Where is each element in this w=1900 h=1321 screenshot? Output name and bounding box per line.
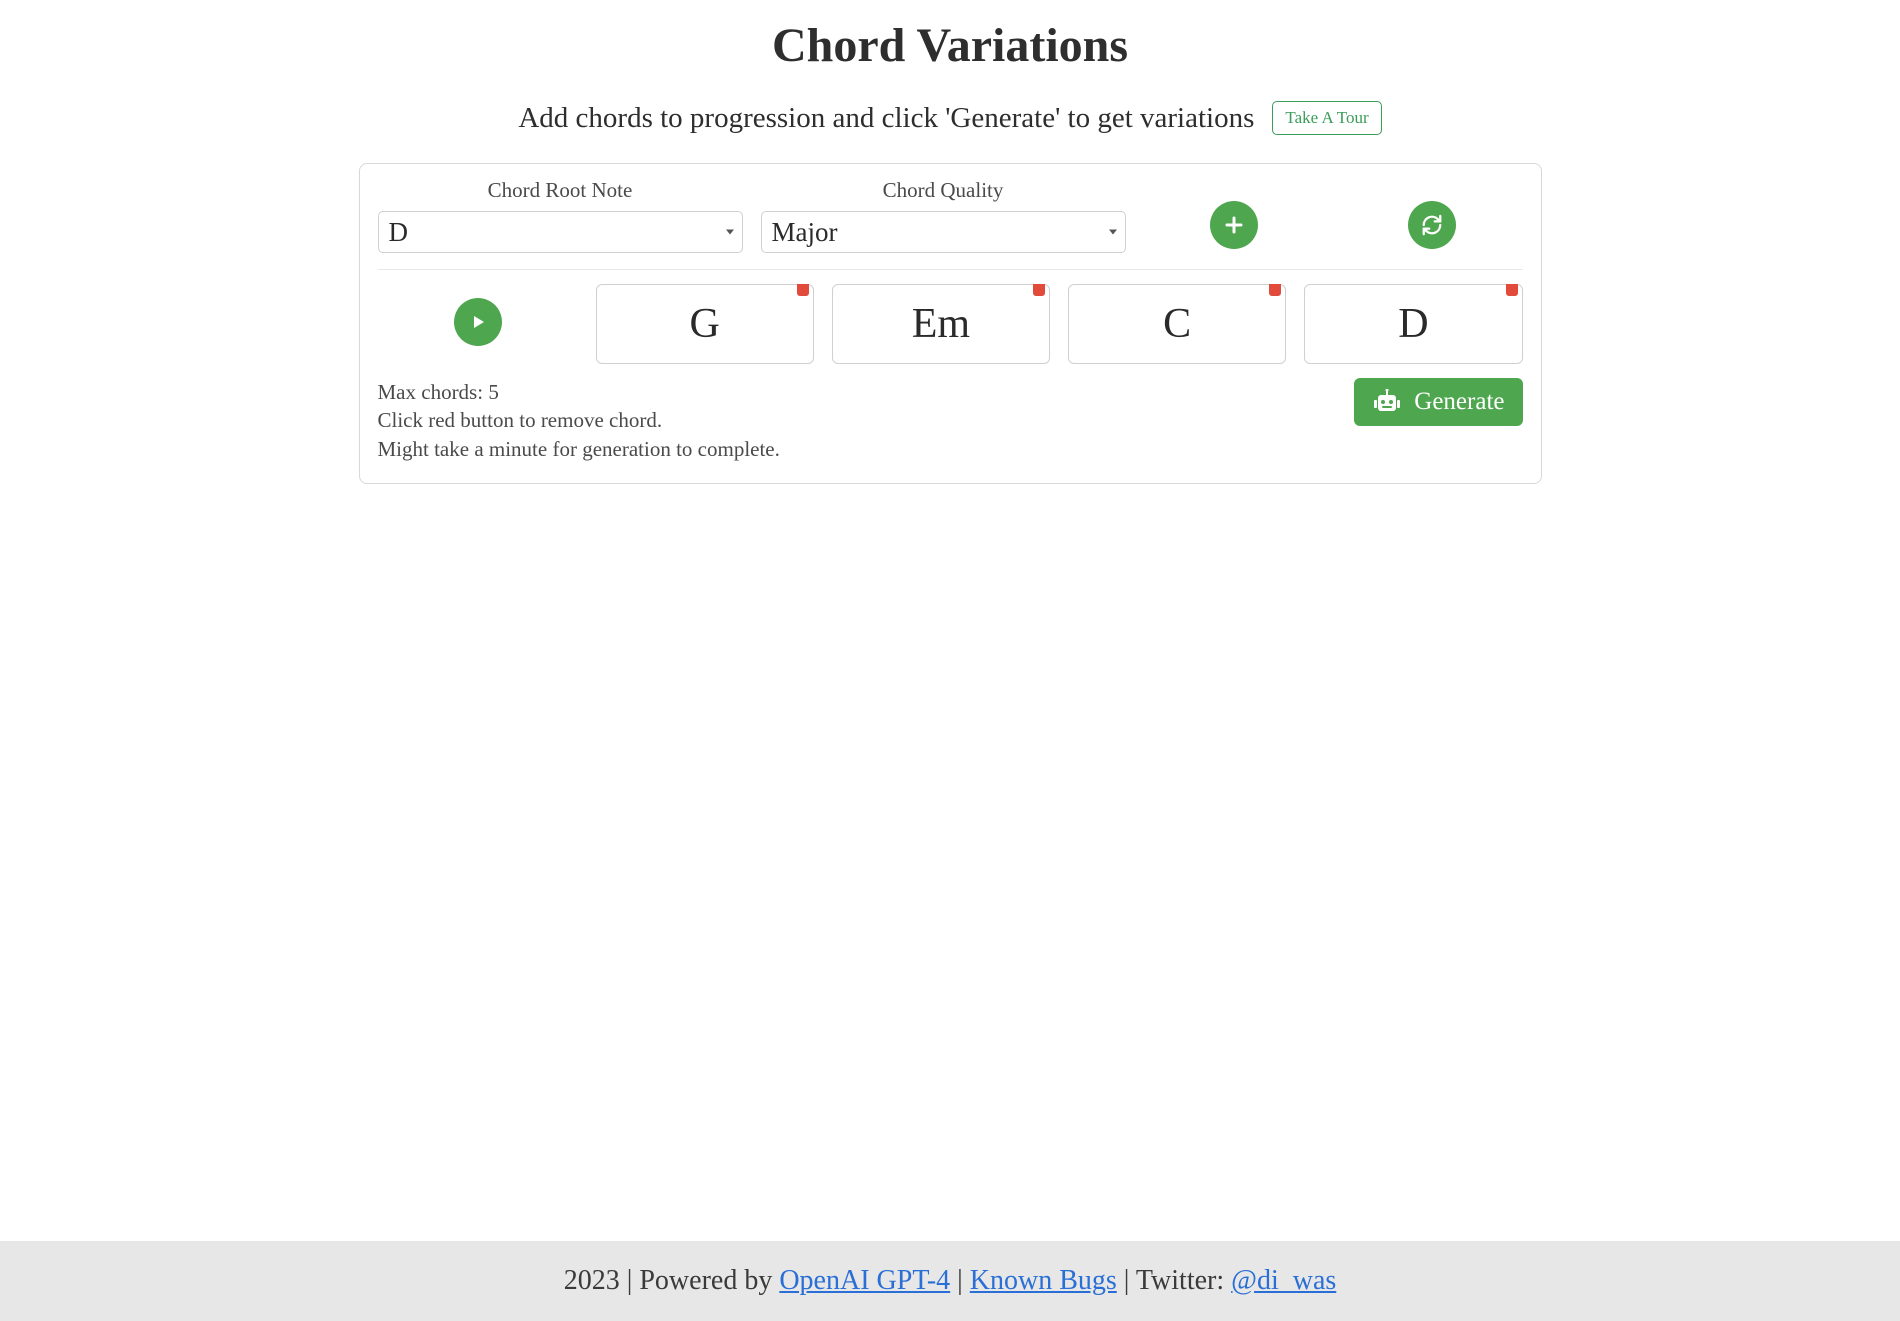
remove-chord-button[interactable] xyxy=(1269,284,1281,296)
play-cell xyxy=(378,298,578,350)
openai-link[interactable]: OpenAI GPT-4 xyxy=(779,1265,950,1296)
page-title: Chord Variations xyxy=(0,18,1900,73)
main-panel: Chord Root Note D Chord Quality Major xyxy=(359,163,1542,484)
play-button[interactable] xyxy=(454,298,502,346)
chevron-down-icon xyxy=(1109,230,1117,235)
refresh-icon xyxy=(1421,214,1443,236)
quality-field: Chord Quality Major xyxy=(761,178,1126,253)
footer: 2023 | Powered by OpenAI GPT-4 | Known B… xyxy=(0,1241,1900,1321)
quality-label: Chord Quality xyxy=(761,178,1126,203)
chord-card[interactable]: Em xyxy=(832,284,1050,364)
root-note-field: Chord Root Note D xyxy=(378,178,743,253)
subtitle-row: Add chords to progression and click 'Gen… xyxy=(0,101,1900,135)
add-button-wrap xyxy=(1144,201,1325,253)
take-tour-button[interactable]: Take A Tour xyxy=(1272,101,1381,135)
chord-label: G xyxy=(689,300,719,348)
play-icon xyxy=(468,312,488,332)
separator: | xyxy=(957,1265,970,1296)
generate-button[interactable]: Generate xyxy=(1354,378,1522,426)
chevron-down-icon xyxy=(726,230,734,235)
chord-card[interactable]: C xyxy=(1068,284,1286,364)
quality-value: Major xyxy=(772,217,838,248)
quality-select[interactable]: Major xyxy=(761,211,1126,253)
robot-icon xyxy=(1372,389,1402,415)
root-note-select[interactable]: D xyxy=(378,211,743,253)
info-row: Max chords: 5 Click red button to remove… xyxy=(378,378,1523,463)
remove-hint-text: Click red button to remove chord. xyxy=(378,406,780,434)
plus-icon xyxy=(1224,215,1244,235)
footer-year: 2023 xyxy=(564,1265,620,1296)
subtitle-text: Add chords to progression and click 'Gen… xyxy=(518,102,1254,135)
refresh-button[interactable] xyxy=(1408,201,1456,249)
known-bugs-link[interactable]: Known Bugs xyxy=(970,1265,1117,1296)
max-chords-text: Max chords: 5 xyxy=(378,378,780,406)
remove-chord-button[interactable] xyxy=(797,284,809,296)
remove-chord-button[interactable] xyxy=(1506,284,1518,296)
controls-row: Chord Root Note D Chord Quality Major xyxy=(378,178,1523,270)
root-note-label: Chord Root Note xyxy=(378,178,743,203)
info-text: Max chords: 5 Click red button to remove… xyxy=(378,378,780,463)
root-note-value: D xyxy=(389,217,409,248)
chord-label: C xyxy=(1163,300,1191,348)
remove-chord-button[interactable] xyxy=(1033,284,1045,296)
chord-label: Em xyxy=(912,300,970,348)
chord-card[interactable]: G xyxy=(596,284,814,364)
twitter-link[interactable]: @di_was xyxy=(1231,1265,1336,1296)
progression-row: G Em C D xyxy=(378,284,1523,364)
add-chord-button[interactable] xyxy=(1210,201,1258,249)
footer-twitter-prefix: Twitter: xyxy=(1136,1265,1224,1296)
generate-label: Generate xyxy=(1414,388,1504,416)
footer-powered-prefix: Powered by xyxy=(639,1265,772,1296)
chord-card[interactable]: D xyxy=(1304,284,1522,364)
separator: | xyxy=(1124,1265,1136,1296)
chord-label: D xyxy=(1398,300,1428,348)
refresh-button-wrap xyxy=(1342,201,1523,253)
wait-hint-text: Might take a minute for generation to co… xyxy=(378,435,780,463)
separator: | xyxy=(627,1265,640,1296)
